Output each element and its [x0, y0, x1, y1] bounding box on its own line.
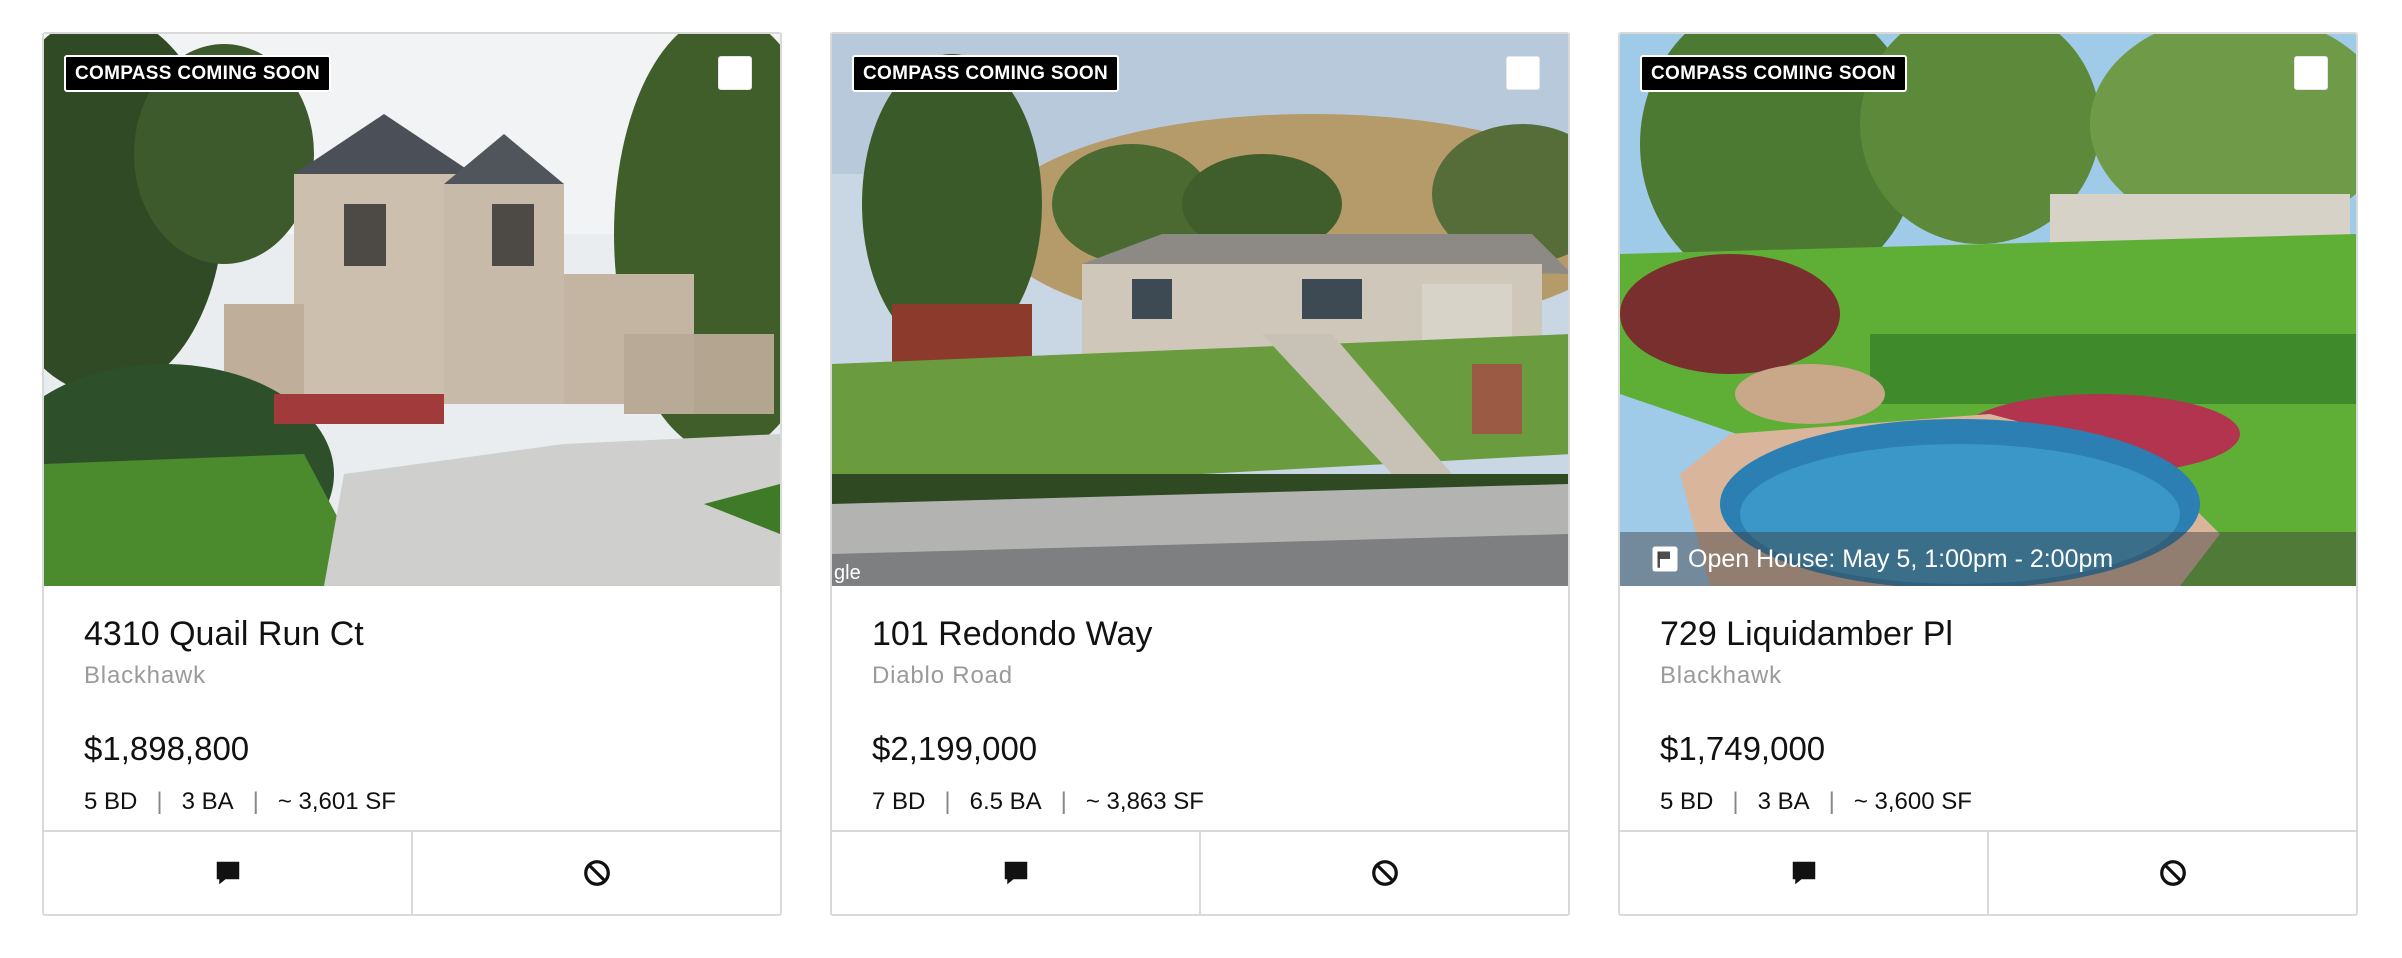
listing-card[interactable]: COMPASS COMING SOON Open House: May 5, 1…: [1618, 32, 2358, 916]
listing-address[interactable]: 4310 Quail Run Ct: [84, 614, 740, 654]
listing-price: $1,898,800: [84, 730, 250, 767]
divider: |: [1828, 788, 1835, 815]
house-photo: [1620, 34, 2356, 586]
coming-soon-badge: COMPASS COMING SOON: [852, 55, 1119, 92]
listing-price: $1,749,000: [1660, 730, 1826, 767]
beds: 5 BD: [84, 788, 138, 815]
hide-listing-button[interactable]: [1199, 832, 1568, 914]
baths: 3 BA: [181, 788, 234, 815]
coming-soon-badge: COMPASS COMING SOON: [1640, 55, 1907, 92]
sqft: ~ 3,601 SF: [277, 788, 396, 815]
calendar-flag-icon: [1652, 546, 1678, 572]
listing-area: Diablo Road: [872, 662, 1013, 689]
coming-soon-badge: COMPASS COMING SOON: [64, 55, 331, 92]
baths: 3 BA: [1757, 788, 1810, 815]
listing-area: Blackhawk: [84, 662, 206, 689]
listing-card[interactable]: gle COMPASS COMING SOON 101 Redondo Way …: [830, 32, 1570, 916]
house-photo: [44, 34, 780, 586]
listing-info[interactable]: 101 Redondo Way Diablo Road $2,199,000 7…: [832, 586, 1568, 836]
listing-address[interactable]: 729 Liquidamber Pl: [1660, 614, 2316, 654]
divider: |: [1732, 788, 1739, 815]
listing-grid: COMPASS COMING SOON 4310 Quail Run Ct Bl…: [42, 32, 2358, 916]
listing-info[interactable]: 729 Liquidamber Pl Blackhawk $1,749,000 …: [1620, 586, 2356, 836]
hide-listing-button[interactable]: [1987, 832, 2356, 914]
listing-photo[interactable]: COMPASS COMING SOON: [44, 34, 780, 586]
divider: |: [156, 788, 163, 815]
block-icon: [1371, 860, 1398, 886]
listing-stats: 7 BD | 6.5 BA | ~ 3,863 SF: [872, 788, 1528, 816]
card-actions: [832, 830, 1568, 914]
baths: 6.5 BA: [969, 788, 1042, 815]
open-house-text: Open House: May 5, 1:00pm - 2:00pm: [1688, 544, 2114, 573]
divider: |: [944, 788, 951, 815]
listing-card[interactable]: COMPASS COMING SOON 4310 Quail Run Ct Bl…: [42, 32, 782, 916]
message-icon: [1004, 861, 1027, 885]
message-icon: [1792, 861, 1815, 885]
listing-photo[interactable]: COMPASS COMING SOON Open House: May 5, 1…: [1620, 34, 2356, 586]
listing-photo[interactable]: gle COMPASS COMING SOON: [832, 34, 1568, 586]
sqft: ~ 3,600 SF: [1853, 788, 1972, 815]
listing-stats: 5 BD | 3 BA | ~ 3,601 SF: [84, 788, 740, 816]
divider: |: [1060, 788, 1067, 815]
beds: 5 BD: [1660, 788, 1714, 815]
open-house-banner: Open House: May 5, 1:00pm - 2:00pm: [1620, 532, 2356, 586]
listing-info[interactable]: 4310 Quail Run Ct Blackhawk $1,898,800 5…: [44, 586, 780, 836]
house-photo: gle: [832, 34, 1568, 586]
beds: 7 BD: [872, 788, 926, 815]
message-button[interactable]: [832, 832, 1199, 914]
select-checkbox[interactable]: [718, 56, 752, 90]
hide-listing-button[interactable]: [411, 832, 780, 914]
listing-address[interactable]: 101 Redondo Way: [872, 614, 1528, 654]
card-actions: [1620, 830, 2356, 914]
select-checkbox[interactable]: [2294, 56, 2328, 90]
listing-price: $2,199,000: [872, 730, 1038, 767]
photo-watermark: gle: [834, 562, 861, 584]
message-button[interactable]: [44, 832, 411, 914]
listing-stats: 5 BD | 3 BA | ~ 3,600 SF: [1660, 788, 2316, 816]
card-actions: [44, 830, 780, 914]
message-button[interactable]: [1620, 832, 1987, 914]
message-icon: [216, 861, 239, 885]
sqft: ~ 3,863 SF: [1085, 788, 1204, 815]
divider: |: [252, 788, 259, 815]
listing-area: Blackhawk: [1660, 662, 1782, 689]
block-icon: [583, 860, 610, 886]
block-icon: [2159, 860, 2186, 886]
select-checkbox[interactable]: [1506, 56, 1540, 90]
